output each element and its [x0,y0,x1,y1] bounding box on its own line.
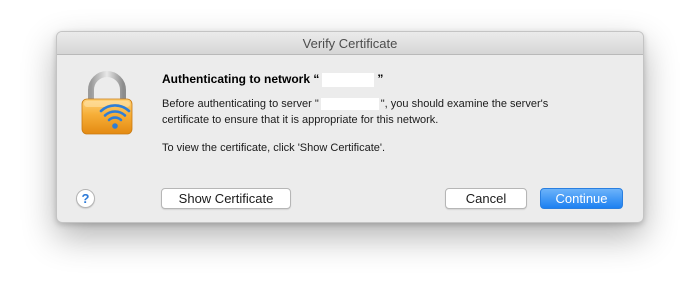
lock-wifi-icon [79,70,135,136]
message-line-1: Before authenticating to server " ", you … [162,96,622,112]
dialog-message: Before authenticating to server " ", you … [162,96,622,156]
message-line-2: certificate to ensure that it is appropr… [162,114,439,126]
show-certificate-button[interactable]: Show Certificate [161,188,291,209]
message-line-1-suffix: ", you should examine the server's [380,98,549,110]
cancel-label: Cancel [465,191,507,206]
help-button[interactable]: ? [76,189,95,208]
title-bar: Verify Certificate [57,32,643,55]
instruction-text: To view the certificate, click 'Show Cer… [162,142,386,154]
heading-prefix: Authenticating to network “ [162,72,320,86]
window-title: Verify Certificate [302,35,398,51]
cancel-button[interactable]: Cancel [445,188,527,209]
continue-label: Continue [555,191,608,206]
dialog-heading: Authenticating to network “ ” [162,72,383,87]
heading-suffix: ” [377,72,384,86]
message-line-1-prefix: Before authenticating to server " [162,98,319,110]
verify-certificate-dialog: Verify Certificate Authenticating to net… [56,31,644,223]
show-certificate-label: Show Certificate [178,191,274,206]
continue-button[interactable]: Continue [540,188,623,209]
help-icon: ? [81,191,90,206]
redacted-server-name [320,98,379,111]
redacted-network-name [322,72,375,87]
